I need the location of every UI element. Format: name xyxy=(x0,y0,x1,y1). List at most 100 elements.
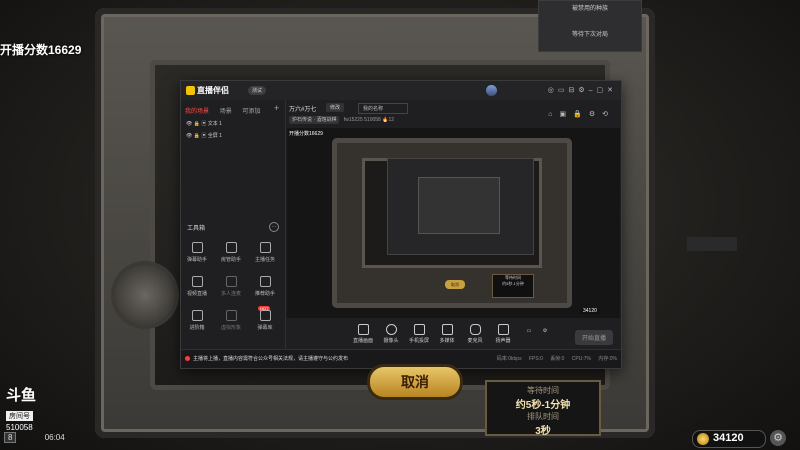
tool-recommend[interactable]: 推荐助手 xyxy=(251,276,279,297)
scene-sidebar: 我的场景 场景 可添加 + 👁 🔒 ▣ 文本 1 👁 🔒 ▣ 全屏 1 工具箱 … xyxy=(181,100,286,350)
hot-count: 12 xyxy=(388,117,395,123)
source-speaker-button[interactable]: 扬声器 xyxy=(488,324,518,344)
queue-time: 3秒 xyxy=(535,426,551,437)
toolbox-title: 工具箱 xyxy=(187,226,206,232)
window-controls[interactable]: ◎▭⊟⚙–▢✕ xyxy=(548,86,617,94)
tool-label: 多人连麦 xyxy=(220,291,241,297)
preview-coins: 34120 xyxy=(580,308,600,314)
warning-text: 主播将上播，直播内容需符合公众号相关法规，请主播遵守与公约发布 xyxy=(185,355,348,362)
tool-label: 弹幕库 xyxy=(257,325,273,331)
preview-app-window xyxy=(387,158,534,255)
tab-my-scene[interactable]: 我的场景 xyxy=(185,109,209,115)
video-icon xyxy=(191,276,203,287)
phone-icon xyxy=(413,324,425,335)
source-label: 多媒体 xyxy=(439,338,455,344)
room-name-field[interactable]: 我的名称 xyxy=(358,103,408,114)
box-icon xyxy=(191,310,203,321)
source-mic-button[interactable]: 麦克风 xyxy=(460,324,490,344)
preview-wait-estimate: 约5秒-1分钟 xyxy=(502,281,524,286)
play-icon xyxy=(441,324,453,335)
source-label: 手机投屏 xyxy=(408,338,429,344)
gold-amount: 34120 xyxy=(713,432,744,444)
camera-icon xyxy=(385,324,397,335)
source-screen-button[interactable]: 直播画面 xyxy=(348,324,378,344)
image-icon xyxy=(225,310,237,321)
calendar-icon xyxy=(259,310,271,321)
app-name: 直播伴侣 xyxy=(197,86,229,95)
gold-counter: 34120 xyxy=(692,430,766,448)
banned-race-label: 被禁用的种族 xyxy=(571,6,608,12)
room-id: 510058 xyxy=(6,423,33,432)
tab-addable[interactable]: 可添加 xyxy=(242,109,260,115)
tool-label: 视频直播 xyxy=(186,291,207,297)
record-icon[interactable]: ▭ xyxy=(522,328,536,334)
frame-gem-decoration xyxy=(115,265,175,325)
preview-side-panel xyxy=(687,237,737,251)
task-icon xyxy=(259,242,271,253)
brand-logo: 斗鱼 xyxy=(6,387,37,404)
avatar[interactable] xyxy=(486,85,497,96)
screen-icon xyxy=(357,324,369,335)
wait-title: 等待时间 xyxy=(527,386,559,395)
stream-stats: 码率:0kbps FPS:0 丢帧:0 CPU:7% 内存:0% xyxy=(496,356,617,362)
app-version-badge[interactable]: 测试 xyxy=(248,86,267,95)
preview-app-inner xyxy=(418,177,500,234)
tool-room-manager[interactable]: 房管助手 xyxy=(217,242,245,263)
app-logo: 直播伴侣 xyxy=(186,85,229,96)
tool-label: 虚拟形象 xyxy=(220,325,241,331)
tab-scene[interactable]: 场景 xyxy=(220,109,232,115)
source-label: 扬声器 xyxy=(495,338,511,344)
layer-label: 文本 1 xyxy=(207,121,222,127)
mic-icon xyxy=(469,324,481,335)
tool-label: 主播任务 xyxy=(254,257,275,263)
tool-danmu-library[interactable]: 弹幕库 xyxy=(251,310,279,331)
gold-coin-icon xyxy=(697,433,709,445)
gift-icon xyxy=(259,276,271,287)
layer-item[interactable]: 👁 🔒 ▣ 文本 1 xyxy=(186,120,222,127)
tool-anchor-task[interactable]: 主播任务 xyxy=(251,242,279,263)
game-settings-icon[interactable]: ⚙ xyxy=(770,430,786,446)
source-phone-button[interactable]: 手机投屏 xyxy=(404,324,434,344)
source-label: 麦克风 xyxy=(467,338,483,344)
fans-id: fw15225 xyxy=(343,117,363,123)
category-badge[interactable]: 炉石传说 · 酒馆战棋 xyxy=(289,116,340,124)
chat-icon xyxy=(191,242,203,253)
source-toolbar: 直播画面 摄像头 手机投屏 多媒体 麦克风 扬声器 ▭ ⚙ 开始直播 xyxy=(286,324,621,350)
douyu-watermark: 斗鱼 房间号 510058 xyxy=(6,384,62,432)
room-title: 万六#万七 xyxy=(289,107,317,113)
layer-label: 全屏 1 xyxy=(207,133,222,139)
tool-label: 房管助手 xyxy=(220,257,241,263)
source-media-button[interactable]: 多媒体 xyxy=(432,324,462,344)
tool-danmu-assistant[interactable]: 弹幕助手 xyxy=(183,242,211,263)
header-actions[interactable]: ⌂▣🔒⚙⟲ xyxy=(548,110,615,118)
game-clock: 06:04 xyxy=(44,433,65,442)
tool-advanced[interactable]: 进阶箱 xyxy=(183,310,211,331)
tool-video-live[interactable]: 视频直播 xyxy=(183,276,211,297)
room-number: 510058 xyxy=(364,117,381,123)
banned-race-panel: 被禁用的种族 等待下次对局 xyxy=(538,0,642,52)
edit-title-button[interactable]: 修改 xyxy=(326,103,345,112)
room-label: 房间号 xyxy=(6,411,33,421)
more-icon[interactable]: ··· xyxy=(269,222,279,232)
app-titlebar: 直播伴侣 测试 ◎▭⊟⚙–▢✕ xyxy=(181,81,621,100)
tool-label: 弹幕助手 xyxy=(186,257,207,263)
status-bar: 主播将上播，直播内容需符合公众号相关法规，请主播遵守与公约发布 码率:0kbps… xyxy=(181,349,621,368)
tool-multi-mic[interactable]: 多人连麦 xyxy=(217,276,245,297)
preview-cancel-button: 取消 xyxy=(445,280,465,289)
room-meta: 炉石传说 · 酒馆战棋 fw15225 510058 🔥12 xyxy=(289,116,395,124)
source-label: 直播画面 xyxy=(352,338,373,344)
add-scene-icon[interactable]: + xyxy=(274,103,279,113)
source-camera-button[interactable]: 摄像头 xyxy=(376,324,406,344)
speaker-icon xyxy=(497,324,509,335)
tool-avatar[interactable]: 虚拟形象 HOT xyxy=(217,306,271,331)
layer-item[interactable]: 👁 🔒 ▣ 全屏 1 xyxy=(186,132,222,139)
cancel-button[interactable]: 取消 xyxy=(370,367,460,397)
settings-icon[interactable]: ⚙ xyxy=(538,328,552,334)
player-status: 8 06:04 xyxy=(4,432,65,443)
download-icon xyxy=(225,276,237,287)
go-live-button[interactable]: 开始直播 xyxy=(574,330,613,345)
live-preview[interactable]: 开播分数16629 取消 等待时间 约5秒-1分钟 34120 xyxy=(287,128,620,318)
tool-label: 进阶箱 xyxy=(189,325,205,331)
wait-time-box: 等待时间 约5秒-1分钟 排队时间 3秒 xyxy=(485,380,601,437)
preview-score-label: 开播分数16629 xyxy=(289,131,323,137)
